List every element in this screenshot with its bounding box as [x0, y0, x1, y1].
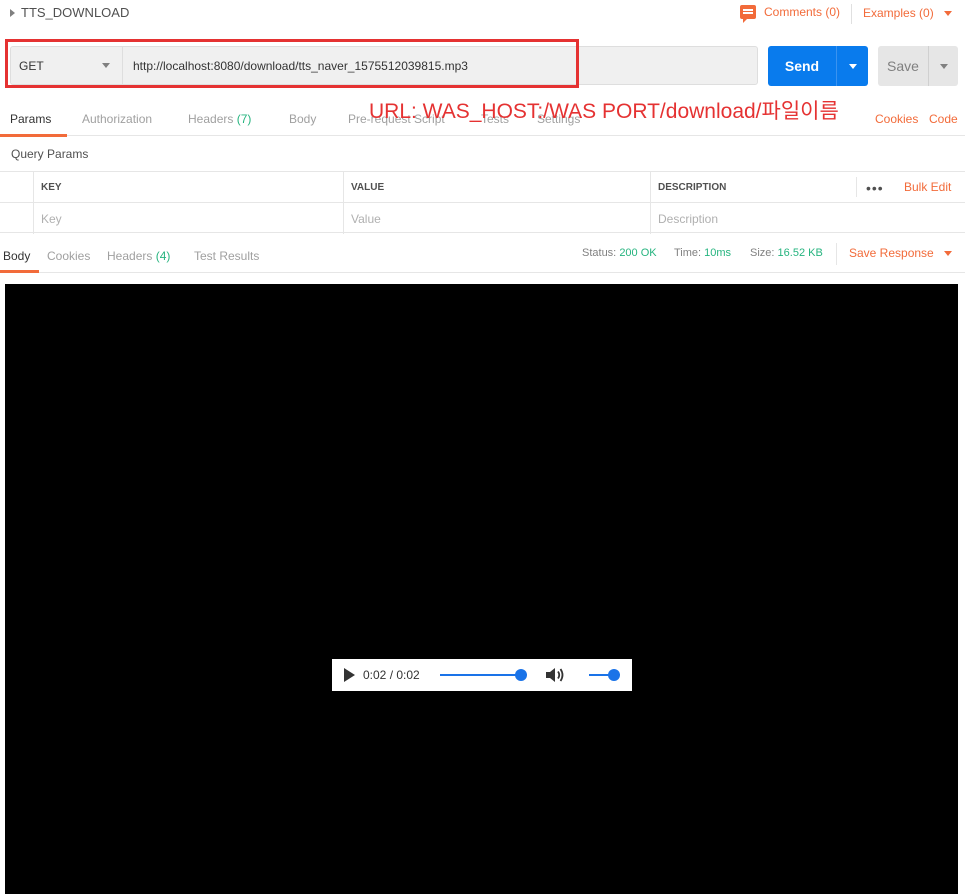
- cookies-link[interactable]: Cookies: [875, 112, 918, 126]
- status-value: 200 OK: [619, 247, 657, 259]
- tab-body[interactable]: Body: [289, 112, 316, 126]
- query-params-title: Query Params: [11, 147, 89, 161]
- request-name-label: TTS_DOWNLOAD: [21, 5, 130, 20]
- bulk-edit-link[interactable]: Bulk Edit: [904, 180, 951, 194]
- request-name[interactable]: TTS_DOWNLOAD: [10, 5, 129, 20]
- time-value: 10ms: [704, 247, 732, 259]
- chevron-down-icon: [848, 63, 857, 69]
- tab-response-headers-label: Headers: [107, 249, 153, 263]
- column-key: KEY: [33, 172, 343, 202]
- table-row: Key Value Description: [0, 203, 965, 234]
- progress-knob[interactable]: [515, 669, 527, 681]
- size-value: 16.52 KB: [777, 247, 823, 259]
- volume-icon[interactable]: [544, 665, 566, 685]
- comment-icon: [740, 5, 756, 23]
- progress-track[interactable]: [440, 674, 520, 676]
- status-label: Status:: [582, 247, 617, 259]
- tab-test-results[interactable]: Test Results: [194, 249, 259, 263]
- save-label: Save: [887, 58, 919, 74]
- audio-player[interactable]: 0:02 / 0:02: [332, 659, 632, 691]
- active-tab-indicator: [0, 270, 39, 273]
- chevron-down-icon: [939, 63, 948, 69]
- url-highlight-box: [5, 39, 579, 88]
- chevron-down-icon: [943, 250, 952, 256]
- send-button[interactable]: Send: [768, 46, 868, 86]
- code-link[interactable]: Code: [929, 112, 958, 126]
- query-params-table: KEY VALUE DESCRIPTION ••• Bulk Edit Key …: [0, 171, 965, 234]
- column-value: VALUE: [343, 172, 650, 202]
- time-readout: Time: 10ms: [674, 247, 731, 259]
- response-tabs: Body Cookies Headers (4) Test Results St…: [0, 240, 965, 273]
- play-icon[interactable]: [344, 668, 355, 682]
- volume-knob[interactable]: [608, 669, 620, 681]
- active-tab-indicator: [0, 134, 67, 137]
- description-input[interactable]: Description: [650, 203, 965, 234]
- comments-button[interactable]: Comments (0): [740, 5, 841, 23]
- value-input[interactable]: Value: [343, 203, 650, 234]
- comments-label: Comments (0): [764, 5, 841, 19]
- tab-authorization[interactable]: Authorization: [82, 112, 152, 126]
- tab-response-cookies[interactable]: Cookies: [47, 249, 90, 263]
- expand-icon[interactable]: [10, 8, 15, 17]
- time-label: Time:: [674, 247, 702, 259]
- status-readout: Status: 200 OK: [582, 247, 657, 259]
- response-headers-count: (4): [155, 249, 171, 263]
- save-response-button[interactable]: Save Response: [849, 246, 952, 260]
- headers-count: (7): [236, 112, 252, 126]
- tab-response-headers[interactable]: Headers (4): [107, 249, 170, 263]
- size-readout: Size: 16.52 KB: [750, 247, 823, 259]
- chevron-down-icon: [943, 10, 952, 16]
- bulk-divider: [856, 177, 857, 197]
- request-header: TTS_DOWNLOAD Comments (0) Examples (0): [0, 0, 965, 30]
- header-divider: [851, 4, 852, 24]
- column-description: DESCRIPTION: [650, 172, 856, 202]
- key-input[interactable]: Key: [33, 203, 343, 234]
- save-response-label: Save Response: [849, 246, 934, 260]
- playback-time: 0:02 / 0:02: [363, 668, 420, 682]
- tab-response-body[interactable]: Body: [3, 249, 30, 263]
- tab-headers[interactable]: Headers (7): [188, 112, 251, 126]
- send-label: Send: [784, 58, 820, 74]
- tab-params[interactable]: Params: [10, 112, 51, 126]
- examples-label: Examples (0): [863, 6, 934, 20]
- save-button[interactable]: Save: [878, 46, 958, 86]
- response-divider: [836, 243, 837, 265]
- url-annotation: URL: WAS_HOST:/WAS PORT/download/파일이름: [369, 100, 839, 123]
- save-options-dropdown[interactable]: [928, 46, 958, 86]
- size-label: Size:: [750, 247, 775, 259]
- table-header-row: KEY VALUE DESCRIPTION ••• Bulk Edit: [0, 172, 965, 203]
- send-options-dropdown[interactable]: [836, 46, 868, 86]
- response-body: 0:02 / 0:02: [5, 284, 958, 894]
- examples-dropdown[interactable]: Examples (0): [863, 6, 952, 20]
- tab-headers-label: Headers: [188, 112, 234, 126]
- more-options-icon[interactable]: •••: [866, 180, 884, 196]
